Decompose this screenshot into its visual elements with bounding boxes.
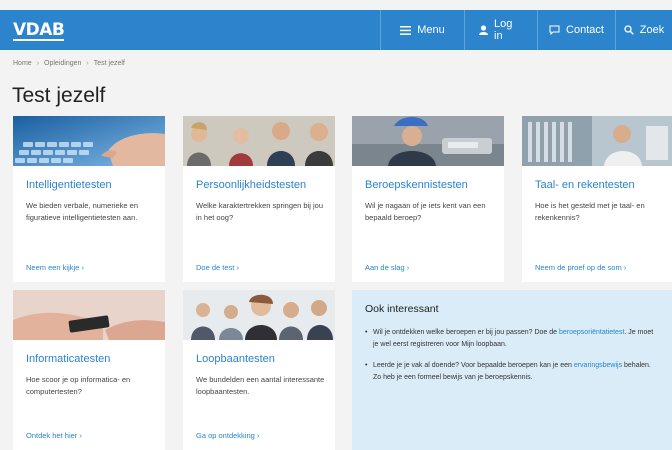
login-button[interactable]: Log in [464, 10, 537, 50]
menu-label: Menu [417, 24, 445, 36]
list-item: Wil je ontdekken welke beroepen er bij j… [365, 327, 660, 351]
card-taal-en-rekentesten[interactable]: Taal- en rekentesten Hoe is het gesteld … [522, 116, 672, 282]
breadcrumb: Home › Opleidingen › Test jezelf [13, 60, 125, 67]
also-interesting-list: Wil je ontdekken welke beroepen er bij j… [365, 327, 660, 393]
card-title[interactable]: Loopbaantesten [196, 353, 275, 365]
card-title[interactable]: Taal- en rekentesten [535, 179, 635, 191]
card-link[interactable]: Neem de proef op de som › [535, 263, 626, 272]
card-title[interactable]: Beroepskennistesten [365, 179, 468, 191]
list-item-text: Wil je ontdekken welke beroepen er bij j… [373, 329, 560, 336]
card-description: Wil je nagaan of je iets kent van een be… [365, 201, 486, 222]
card-image-people-group [183, 116, 335, 166]
menu-button[interactable]: Menu [380, 10, 464, 50]
card-description: We bundelden een aantal interessante loo… [196, 375, 325, 396]
breadcrumb-current: Test jezelf [93, 60, 125, 67]
breadcrumb-separator-icon: › [86, 60, 89, 67]
top-header: VDAB Menu Log in Contact Zoek [0, 10, 672, 50]
search-button[interactable]: Zoek [615, 10, 672, 50]
beroepsorientatietest-link[interactable]: beroepsoriëntatietest [559, 329, 624, 336]
menu-icon [400, 25, 412, 35]
card-description: We bieden verbale, numerieke en figurati… [26, 201, 139, 222]
card-link[interactable]: Ga op ontdekking › [196, 431, 259, 440]
search-icon [624, 25, 634, 35]
card-description: Hoe is het gesteld met je taal- en reken… [535, 201, 645, 222]
card-image-keyboard [13, 116, 165, 166]
list-item-text: Leerde je je vak al doende? Voor bepaald… [373, 362, 574, 369]
vdab-logo[interactable]: VDAB [13, 20, 65, 41]
breadcrumb-separator-icon: › [36, 60, 40, 67]
search-label: Zoek [639, 24, 665, 36]
card-link[interactable]: Ontdek het hier › [26, 431, 82, 440]
card-description: Welke karaktertrekken springen bij jou i… [196, 201, 324, 222]
card-link[interactable]: Aan de slag › [365, 263, 409, 272]
card-link[interactable]: Doe de test › [196, 263, 239, 272]
card-title[interactable]: Informaticatesten [26, 353, 110, 365]
card-image-worker [352, 116, 504, 166]
card-intelligentietesten[interactable]: Intelligentietesten We bieden verbale, n… [13, 116, 165, 282]
main-nav: Menu Log in Contact Zoek [380, 10, 672, 50]
also-interesting-title: Ook interessant [365, 303, 439, 315]
card-informaticatesten[interactable]: Informaticatesten Hoe scoor je op inform… [13, 290, 165, 450]
contact-label: Contact [566, 24, 604, 36]
card-title[interactable]: Intelligentietesten [26, 179, 112, 191]
ervaringsbewijs-link[interactable]: ervaringsbewijs [574, 362, 622, 369]
login-label: Log in [494, 18, 513, 42]
card-image-smartphone [13, 290, 165, 340]
card-image-library [522, 116, 672, 166]
card-image-business-team [183, 290, 335, 340]
breadcrumb-opleidingen[interactable]: Opleidingen [44, 60, 81, 67]
also-interesting-panel: Ook interessant Wil je ontdekken welke b… [352, 290, 672, 450]
card-link[interactable]: Neem een kijkje › [26, 263, 84, 272]
list-item: Leerde je je vak al doende? Voor bepaald… [365, 360, 660, 384]
user-icon [479, 25, 488, 35]
card-beroepskennistesten[interactable]: Beroepskennistesten Wil je nagaan of je … [352, 116, 504, 282]
contact-button[interactable]: Contact [537, 10, 615, 50]
card-persoonlijkheidstesten[interactable]: Persoonlijkheidstesten Welke karaktertre… [183, 116, 335, 282]
breadcrumb-home[interactable]: Home [13, 60, 32, 67]
card-title[interactable]: Persoonlijkheidstesten [196, 179, 306, 191]
card-description: Hoe scoor je op informatica- en computer… [26, 375, 131, 396]
chat-icon [549, 25, 560, 35]
card-loopbaantesten[interactable]: Loopbaantesten We bundelden een aantal i… [183, 290, 335, 450]
page-title: Test jezelf [12, 84, 106, 107]
